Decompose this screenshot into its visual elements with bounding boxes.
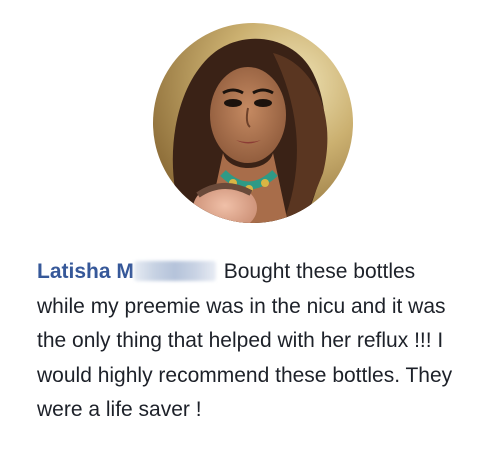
review-body: Bought these bottles while my preemie wa… (37, 260, 453, 421)
review-text-block: Latisha M Bought these bottles while my … (37, 255, 467, 428)
avatar (153, 23, 353, 223)
name-redaction (133, 261, 216, 281)
avatar-photo (153, 23, 353, 223)
reviewer-name[interactable]: Latisha M (37, 260, 134, 283)
